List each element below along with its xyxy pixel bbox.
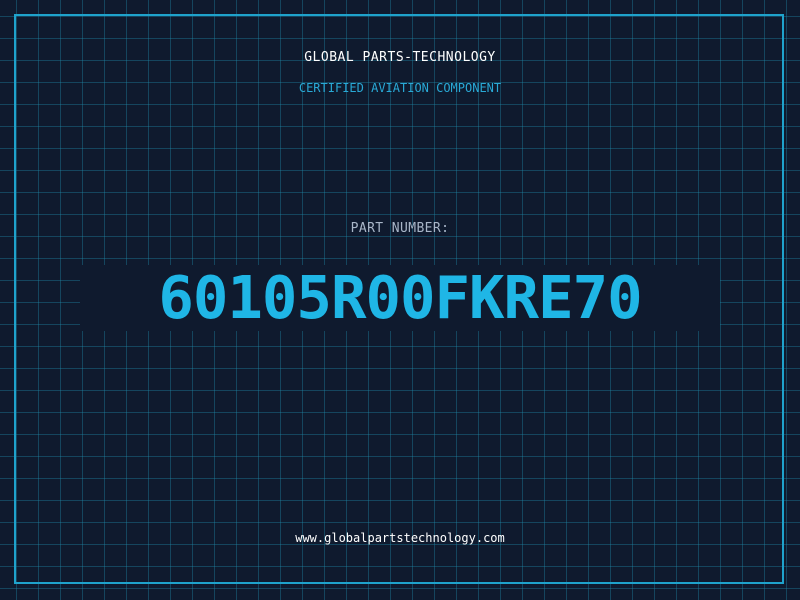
certification-subtitle: CERTIFIED AVIATION COMPONENT bbox=[298, 81, 502, 95]
company-name: GLOBAL PARTS-TECHNOLOGY bbox=[304, 50, 496, 65]
certificate-canvas: GLOBAL PARTS-TECHNOLOGY CERTIFIED AVIATI… bbox=[0, 0, 800, 600]
part-number-label: PART NUMBER: bbox=[350, 221, 450, 236]
website-url: www.globalpartstechnology.com bbox=[295, 531, 505, 545]
part-number-value: 60105R00FKRE70 bbox=[80, 265, 720, 331]
